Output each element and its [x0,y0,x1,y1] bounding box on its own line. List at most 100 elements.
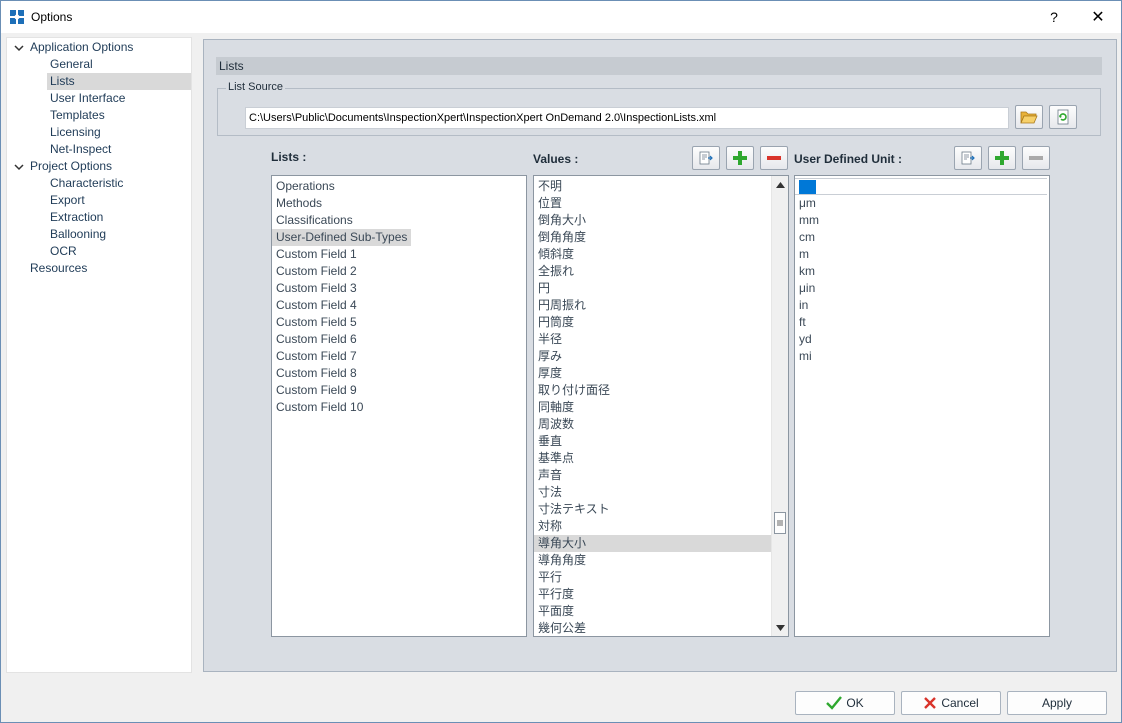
units-item[interactable]: μm [795,195,1049,212]
close-button[interactable]: ✕ [1075,1,1121,33]
values-item[interactable]: 同軸度 [534,399,772,416]
units-item[interactable]: cm [795,229,1049,246]
options-tree: Application Options General Lists User I… [6,37,192,673]
values-item[interactable]: 厚度 [534,365,772,382]
units-item[interactable]: m [795,246,1049,263]
chevron-down-icon[interactable] [13,158,25,175]
lists-item[interactable]: Custom Field 7 [272,348,526,365]
tree-group-application-options[interactable]: Application Options [7,39,191,56]
values-item[interactable]: 厚み [534,348,772,365]
scroll-down-arrow[interactable] [772,619,788,636]
values-listbox[interactable]: 不明 位置 倒角大小 倒角角度 傾斜度 全振れ円円周振れ 円筒度 半径 厚み 厚度 取り付け面径 同軸… [533,175,789,637]
values-item[interactable]: 導角角度 [534,552,772,569]
values-item[interactable]: 周波数 [534,416,772,433]
units-add-button[interactable] [988,146,1016,170]
tree-item-user-interface[interactable]: User Interface [47,90,191,107]
chevron-down-icon[interactable] [13,39,25,56]
tree-item-export[interactable]: Export [47,192,191,209]
tree-item-extraction[interactable]: Extraction [47,209,191,226]
tree-item-ballooning[interactable]: Ballooning [47,226,191,243]
browse-folder-button[interactable] [1015,105,1043,129]
apply-button[interactable]: Apply [1007,691,1107,715]
ok-button[interactable]: OK [795,691,895,715]
values-item[interactable]: 基準点 [534,450,772,467]
list-source-path-input[interactable] [245,107,1009,129]
scroll-thumb[interactable] [774,512,786,534]
tree-item-net-inspect[interactable]: Net-Inspect [47,141,191,158]
values-scrollbar[interactable] [771,176,788,636]
import-list-icon [699,151,713,165]
units-item-label: nm [799,180,816,194]
tree-item-licensing[interactable]: Licensing [47,124,191,141]
values-item[interactable]: 寸法 [534,484,772,501]
units-item[interactable]: yd [795,331,1049,348]
units-remove-button[interactable] [1022,146,1050,170]
lists-item[interactable]: User-Defined Sub-Types [272,229,412,246]
lists-item[interactable]: Operations [272,178,526,195]
tree-item-templates[interactable]: Templates [47,107,191,124]
values-item[interactable]: 位置 [534,195,772,212]
units-item[interactable]: μin [795,280,1049,297]
lists-panel: Lists List Source Lists : Values : User [203,39,1117,672]
values-remove-button[interactable] [760,146,788,170]
units-item[interactable]: ft [795,314,1049,331]
scroll-up-arrow[interactable] [772,176,788,193]
values-item[interactable]: 倒角大小 [534,212,772,229]
values-item[interactable]: 取り付け面径 [534,382,772,399]
units-item[interactable]: nm [795,178,1047,195]
values-add-button[interactable] [726,146,754,170]
values-item[interactable]: 円筒度 [534,314,772,331]
units-item[interactable]: mi [795,348,1049,365]
units-listbox[interactable]: nm μm mm cm m km μin in ft yd mi [794,175,1050,637]
units-item[interactable]: mm [795,212,1049,229]
lists-item[interactable]: Custom Field 9 [272,382,526,399]
lists-item[interactable]: Custom Field 1 [272,246,526,263]
tree-group-project-options[interactable]: Project Options [7,158,191,175]
values-item[interactable]: 幾何公差 [534,620,772,636]
lists-item[interactable]: Custom Field 3 [272,280,526,297]
values-item[interactable]: 傾斜度 [534,246,772,263]
options-dialog: Options ? ✕ Application Options General … [0,0,1122,723]
lists-item[interactable]: Custom Field 6 [272,331,526,348]
values-item[interactable]: 導角大小 [534,535,772,552]
help-button[interactable]: ? [1031,1,1077,33]
values-item[interactable]: 不明 [534,178,772,195]
values-item[interactable]: 全振れ [534,263,772,280]
lists-item[interactable]: Classifications [272,212,526,229]
tree-item-characteristic[interactable]: Characteristic [47,175,191,192]
values-item[interactable]: 平面度 [534,603,772,620]
lists-listbox[interactable]: Operations Methods Classifications User-Def… [271,175,527,637]
values-item[interactable]: 平行度 [534,586,772,603]
tree-item-lists[interactable]: Lists [47,73,191,90]
values-item[interactable]: 円周振れ [534,297,772,314]
values-item[interactable]: 円 [534,280,772,297]
app-logo-icon [10,10,24,24]
tree-item-general[interactable]: General [47,56,191,73]
values-import-button[interactable] [692,146,720,170]
values-item[interactable]: 半径 [534,331,772,348]
values-item[interactable]: 声音 [534,467,772,484]
values-item[interactable]: 平行 [534,569,772,586]
lists-item[interactable]: Custom Field 8 [272,365,526,382]
values-item[interactable]: 寸法テキスト [534,501,772,518]
lists-item[interactable]: Methods [272,195,526,212]
units-item[interactable]: km [795,263,1049,280]
values-item[interactable]: 対称 [534,518,772,535]
lists-item[interactable]: Custom Field 4 [272,297,526,314]
values-item[interactable]: 倒角角度 [534,229,772,246]
values-item[interactable]: 垂直 [534,433,772,450]
minus-icon [767,156,781,160]
list-source-group: List Source [217,81,1101,136]
ok-button-label: OK [846,696,864,710]
tree-item-resources[interactable]: Resources [27,260,191,277]
lists-item[interactable]: Custom Field 2 [272,263,526,280]
reload-button[interactable] [1049,105,1077,129]
units-import-button[interactable] [954,146,982,170]
lists-item[interactable]: Custom Field 10 [272,399,526,416]
units-item[interactable]: in [795,297,1049,314]
tree-item-ocr[interactable]: OCR [47,243,191,260]
window-title: Options [31,10,73,24]
cancel-button[interactable]: Cancel [901,691,1001,715]
lists-item[interactable]: Custom Field 5 [272,314,526,331]
list-source-legend: List Source [226,81,286,93]
